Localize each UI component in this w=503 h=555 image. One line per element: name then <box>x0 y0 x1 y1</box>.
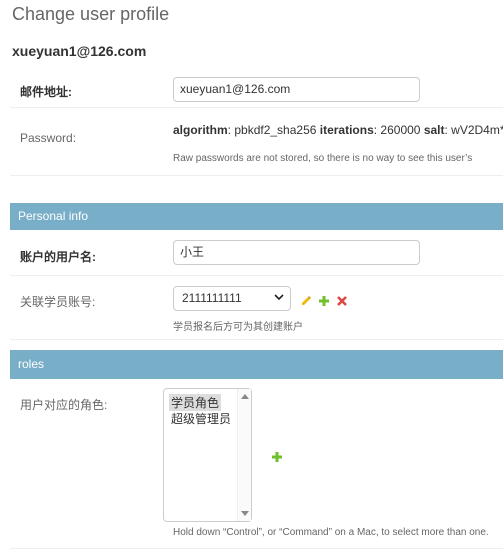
username-row: 账户的用户名: 小王 <box>10 230 503 276</box>
change-related-icon[interactable] <box>300 295 312 307</box>
roles-multiselect[interactable]: 学员角色 超级管理员 <box>163 388 252 522</box>
personal-info-header: Personal info <box>10 203 503 230</box>
hash-iterations-key: iterations <box>319 123 374 137</box>
role-option[interactable]: 学员角色 <box>169 394 222 411</box>
role-option[interactable]: 超级管理员 <box>169 410 233 427</box>
student-row: 关联学员账号: 2111111111 学员报名后方可为其创建账户 <box>10 276 503 340</box>
email-label: 邮件地址: <box>20 85 72 99</box>
hash-salt-value: : wV2D4m* <box>444 123 503 137</box>
hash-algorithm-value: : pbkdf2_sha256 <box>227 123 320 137</box>
roles-row: 用户对应的角色: <box>10 379 503 549</box>
email-field[interactable]: xueyuan1@126.com <box>173 77 420 102</box>
password-row: Password: algorithm: pbkdf2_sha256 itera… <box>10 108 503 176</box>
scroll-up-icon[interactable] <box>241 393 249 399</box>
hash-algorithm-key: algorithm <box>173 123 228 137</box>
delete-related-icon[interactable] <box>336 295 348 307</box>
hash-iterations-value: : 260000 <box>373 123 424 137</box>
scrollbar[interactable] <box>237 389 251 521</box>
student-label: 关联学员账号: <box>20 295 96 309</box>
roles-header: roles <box>10 350 503 379</box>
hash-salt-key: salt <box>423 123 445 137</box>
roles-label: 用户对应的角色: <box>20 398 108 412</box>
password-help: Raw passwords are not stored, so there i… <box>173 153 473 164</box>
password-hash-summary: algorithm: pbkdf2_sha256 iterations: 260… <box>173 123 503 137</box>
student-help: 学员报名后方可为其创建账户 <box>173 322 303 333</box>
email-row: 邮件地址: xueyuan1@126.com <box>10 68 503 108</box>
object-heading: xueyuan1@126.com <box>12 43 147 59</box>
student-select[interactable]: 2111111111 <box>173 286 291 311</box>
username-field[interactable]: 小王 <box>173 240 420 265</box>
student-select-value: 2111111111 <box>182 291 242 305</box>
roles-help: Hold down “Control”, or “Command” on a M… <box>173 527 489 538</box>
username-label: 账户的用户名: <box>20 250 96 264</box>
add-role-icon[interactable] <box>271 451 283 463</box>
password-label: Password: <box>20 131 77 145</box>
page-title: Change user profile <box>12 4 170 24</box>
add-related-icon[interactable] <box>318 295 330 307</box>
chevron-down-icon <box>274 294 284 301</box>
scroll-down-icon[interactable] <box>241 511 249 517</box>
